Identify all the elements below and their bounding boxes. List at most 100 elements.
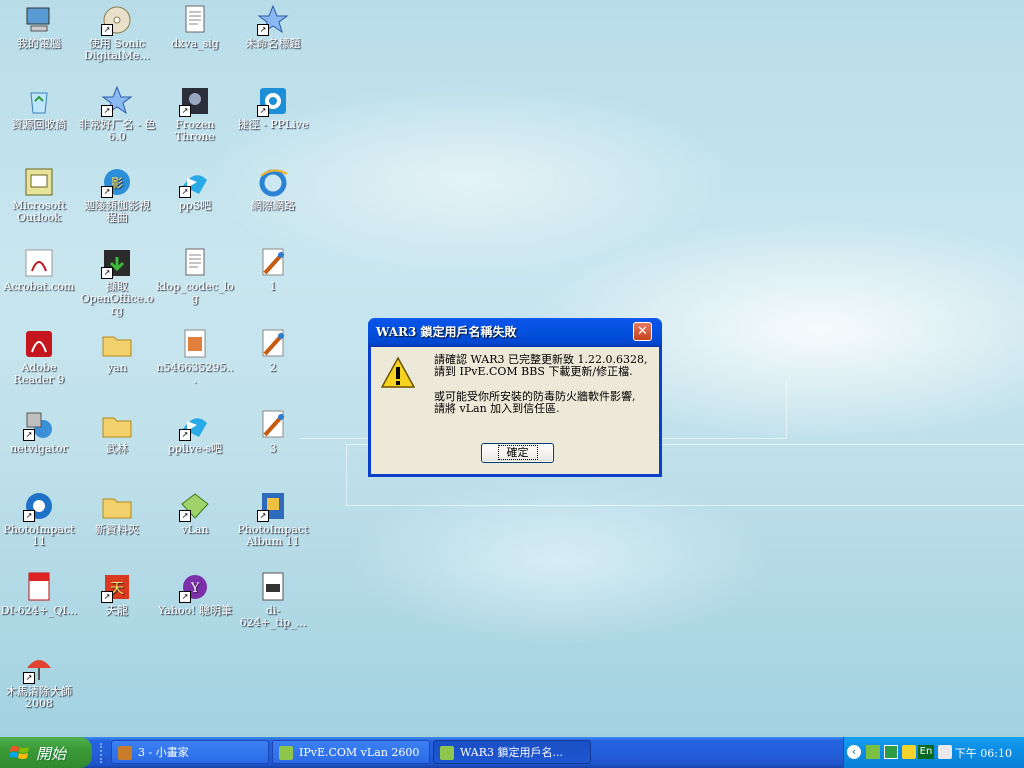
desktop-icon-label: 使用 Sonic DigitalMe... xyxy=(84,37,150,62)
dialog-title: WAR3 鎖定用戶名稱失敗 xyxy=(376,325,517,339)
desktop-icon[interactable]: 2 xyxy=(234,328,312,374)
folder-icon xyxy=(101,490,133,522)
shortcut-arrow-icon: ↗ xyxy=(179,186,191,198)
folder-icon xyxy=(101,328,133,360)
image-file-icon xyxy=(179,328,211,360)
clock[interactable]: 下午 06:10 xyxy=(955,745,1012,761)
desktop-icon-label: 捷徑 - PPLive xyxy=(237,118,309,131)
desktop-icon[interactable]: yan xyxy=(78,328,156,374)
text-document-icon xyxy=(179,4,211,36)
adobe-reader-icon xyxy=(23,328,55,360)
pplive-icon: ↗ xyxy=(257,85,289,117)
paint-icon xyxy=(257,247,289,279)
star-icon: ↗ xyxy=(257,4,289,36)
shortcut-arrow-icon: ↗ xyxy=(179,591,191,603)
desktop-icon[interactable]: Adobe Reader 9 xyxy=(0,328,78,386)
taskbar-button-war3-dialog[interactable]: WAR3 鎖定用戶名... xyxy=(433,740,591,764)
desktop-icon[interactable]: ↗ 擷取 OpenOffice.org xyxy=(78,247,156,317)
desktop-icon[interactable]: ↗ 使用 Sonic DigitalMe... xyxy=(78,4,156,62)
umbrella-icon: ↗ xyxy=(23,652,55,684)
ok-button-label: 確定 xyxy=(497,445,538,460)
desktop-icon[interactable]: klop_codec_log xyxy=(156,247,234,305)
desktop-icon[interactable]: ↗ 非常好厂名 - 色6.0 xyxy=(78,85,156,143)
desktop-icon[interactable]: DI-624+_QI... xyxy=(0,571,78,617)
desktop-icon-label: 新資料夾 xyxy=(95,523,139,536)
start-button[interactable]: 開始 xyxy=(0,737,92,768)
desktop-icon[interactable]: di-624+_tip_... xyxy=(234,571,312,629)
media-icon: 影 ↗ xyxy=(101,166,133,198)
svg-text:Y: Y xyxy=(190,581,200,596)
language-indicator[interactable]: En xyxy=(918,745,934,759)
desktop-icon-label: Acrobat.com xyxy=(3,280,75,293)
desktop-icon-label: dxva_sig xyxy=(171,37,219,50)
desktop-icon-label: PhotoImpact 11 xyxy=(3,523,75,548)
dialog-titlebar[interactable]: WAR3 鎖定用戶名稱失敗 xyxy=(368,318,662,347)
windows-logo-icon xyxy=(10,746,29,759)
desktop-icon-label: 3 xyxy=(269,442,277,455)
desktop-icon-label: 非常好厂名 - 色6.0 xyxy=(78,118,156,143)
desktop-icon-label: 木馬清除大師 2008 xyxy=(6,685,72,710)
shortcut-arrow-icon: ↗ xyxy=(101,591,113,603)
netvigator-icon: ↗ xyxy=(23,409,55,441)
desktop-icon[interactable]: dxva_sig xyxy=(156,4,234,50)
warcraft-icon: ↗ xyxy=(179,85,211,117)
desktop-icon[interactable]: ↗ PhotoImpact 11 xyxy=(0,490,78,548)
acrobat-com-icon xyxy=(23,247,55,279)
desktop-icon[interactable]: Y ↗ Yahoo! 聰明筆 xyxy=(156,571,234,617)
desktop-icon[interactable]: 網際網路 xyxy=(234,166,312,212)
taskbar-button-vlan[interactable]: IPvE.COM vLan 2600 xyxy=(272,740,430,764)
network-icon[interactable] xyxy=(866,745,880,759)
close-button[interactable]: ✕ xyxy=(633,322,652,341)
desktop-icon[interactable]: Acrobat.com xyxy=(0,247,78,293)
desktop-icon[interactable]: ↗ 木馬清除大師 2008 xyxy=(0,652,78,710)
cd-icon: ↗ xyxy=(101,4,133,36)
star-icon: ↗ xyxy=(101,85,133,117)
shortcut-arrow-icon: ↗ xyxy=(257,510,269,522)
desktop-icon[interactable]: 資源回收筒 xyxy=(0,85,78,131)
desktop-icon-label: Microsoft Outlook xyxy=(12,199,66,224)
desktop-icon[interactable]: n546635295... xyxy=(156,328,234,386)
shortcut-arrow-icon: ↗ xyxy=(23,429,35,441)
desktop-icon-label: 資源回收筒 xyxy=(11,118,67,131)
desktop-icon[interactable]: 武林 xyxy=(78,409,156,455)
desktop-icon-label: vLan xyxy=(181,523,209,536)
desktop-icon[interactable]: ↗ pplive-s吧 xyxy=(156,409,234,455)
desktop-icon[interactable]: ↗ 捷徑 - PPLive xyxy=(234,85,312,131)
shortcut-arrow-icon: ↗ xyxy=(179,429,191,441)
desktop-icon-label: 武林 xyxy=(106,442,128,455)
paint-icon xyxy=(118,746,132,760)
ok-button[interactable]: 確定 xyxy=(481,443,554,463)
taskbar-button-paint[interactable]: 3 - 小畫家 xyxy=(111,740,269,764)
desktop-icon[interactable]: 天 ↗ 天龍 xyxy=(78,571,156,617)
desktop-icon[interactable]: 新資料夾 xyxy=(78,490,156,536)
quick-launch-grip[interactable] xyxy=(100,743,106,763)
desktop-icon[interactable]: Microsoft Outlook xyxy=(0,166,78,224)
desktop-icon[interactable]: 3 xyxy=(234,409,312,455)
desktop-icon[interactable]: ↗ Frozen Throne xyxy=(156,85,234,143)
desktop-icon[interactable]: 影 ↗ 迦陵頻伽影視 程曲 xyxy=(78,166,156,224)
paint-icon xyxy=(257,328,289,360)
desktop-icon[interactable]: ↗ netvigator xyxy=(0,409,78,455)
desktop-icon-label: n546635295... xyxy=(156,361,234,386)
shortcut-arrow-icon: ↗ xyxy=(101,24,113,36)
wifi-icon[interactable] xyxy=(902,745,916,759)
shortcut-arrow-icon: ↗ xyxy=(101,267,113,279)
shortcut-arrow-icon: ↗ xyxy=(257,24,269,36)
desktop-icon[interactable]: ↗ PhotoImpact Album 11 xyxy=(234,490,312,548)
shortcut-arrow-icon: ↗ xyxy=(257,105,269,117)
vlan-icon: ↗ xyxy=(179,490,211,522)
chevron-left-icon[interactable]: ‹ xyxy=(847,745,861,759)
shield-icon[interactable] xyxy=(884,745,898,759)
ime-icon[interactable] xyxy=(938,745,952,759)
message-line: 請將 vLan 加入到信任區. xyxy=(434,402,560,415)
vlan-icon xyxy=(440,746,454,760)
task-label: WAR3 鎖定用戶名... xyxy=(460,746,563,759)
desktop-icon[interactable]: 1 xyxy=(234,247,312,293)
text-document-icon xyxy=(179,247,211,279)
my-computer-icon xyxy=(23,4,55,36)
photo-album-icon: ↗ xyxy=(257,490,289,522)
desktop-icon[interactable]: ↗ ppS吧 xyxy=(156,166,234,212)
desktop-icon[interactable]: ↗ 未命名標題 xyxy=(234,4,312,50)
desktop-icon[interactable]: 我的電腦 xyxy=(0,4,78,50)
desktop-icon[interactable]: ↗ vLan xyxy=(156,490,234,536)
